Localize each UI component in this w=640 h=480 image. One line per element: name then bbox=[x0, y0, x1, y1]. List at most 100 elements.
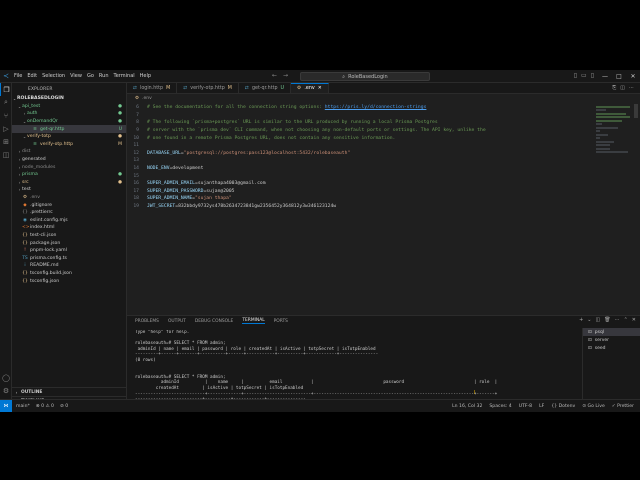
panel-tab-debug-console[interactable]: DEBUG CONSOLE bbox=[195, 319, 233, 324]
status-left-item[interactable]: ⊘ 0 bbox=[60, 404, 68, 409]
token-str: "postgresql://postgres:pass123@localhost… bbox=[183, 150, 351, 156]
tree-item[interactable]: › node_modules bbox=[12, 163, 126, 171]
settings-gear-icon[interactable]: ⚙ bbox=[0, 384, 12, 397]
chevron-down-icon[interactable]: ⌄ bbox=[587, 317, 591, 323]
menu-view[interactable]: View bbox=[70, 73, 82, 79]
toggle-sidebar-icon[interactable]: ▯ bbox=[574, 72, 577, 79]
toggle-panel-icon[interactable]: ▭ bbox=[581, 72, 587, 79]
window-controls: — □ ✕ bbox=[598, 70, 640, 83]
status-right-item[interactable]: {} Dotenv bbox=[551, 404, 575, 409]
tree-item[interactable]: <> index.html bbox=[12, 224, 126, 232]
split-terminal-icon[interactable]: ◫ bbox=[596, 317, 601, 323]
terminal-instance[interactable]: ⊡ server bbox=[583, 336, 640, 344]
menu-run[interactable]: Run bbox=[99, 73, 109, 79]
close-tab-icon[interactable]: ✕ bbox=[318, 86, 322, 91]
tree-item[interactable]: ≡ get-qr.http U bbox=[12, 125, 126, 133]
code-editor[interactable]: 6 # See the documentation for all the con… bbox=[127, 104, 597, 210]
tree-item[interactable]: i README.md bbox=[12, 262, 126, 270]
tree-item[interactable]: › prisma ● bbox=[12, 171, 126, 179]
tree-item-label: auth bbox=[27, 111, 38, 117]
editor-scrollbar[interactable] bbox=[634, 104, 638, 118]
terminal-output[interactable]: Type "help" for help. rolebaseauth=# SELE… bbox=[135, 330, 581, 400]
toggle-secondary-sidebar-icon[interactable]: ▯ bbox=[591, 72, 594, 79]
tree-item[interactable]: ⌄ verify-totp ● bbox=[12, 133, 126, 141]
more-actions-icon[interactable]: ⋯ bbox=[615, 317, 620, 323]
back-arrow-icon[interactable]: ← bbox=[272, 72, 277, 79]
tree-item[interactable]: › auth ● bbox=[12, 110, 126, 118]
database-icon[interactable]: ◫ bbox=[0, 148, 12, 161]
code-line: 15 bbox=[127, 172, 597, 180]
status-right-item[interactable]: Ln 16, Col 32 bbox=[452, 404, 482, 409]
extensions-icon[interactable]: ⊞ bbox=[0, 135, 12, 148]
token-link[interactable]: https://pris.ly/d/connection-strings bbox=[325, 105, 427, 110]
tree-item[interactable]: ⚙ .env bbox=[12, 194, 126, 202]
editor-tab[interactable]: ⇄ verify-otp.http M bbox=[177, 83, 239, 93]
breadcrumb-item[interactable]: .env bbox=[142, 96, 152, 101]
run-debug-icon[interactable]: ▷ bbox=[0, 122, 12, 135]
menu-terminal[interactable]: Terminal bbox=[114, 73, 135, 79]
close-icon[interactable]: ✕ bbox=[626, 70, 640, 83]
tree-item[interactable]: ! pnpm-lock.yaml bbox=[12, 247, 126, 255]
maximize-icon[interactable]: □ bbox=[612, 70, 626, 83]
tree-item[interactable]: › test bbox=[12, 186, 126, 194]
terminal-instance[interactable]: ⊡ seed bbox=[583, 344, 640, 352]
maximize-panel-icon[interactable]: ⌃ bbox=[624, 317, 628, 323]
tree-item[interactable]: {} .prettierrc bbox=[12, 209, 126, 217]
tree-item[interactable]: {} tsconfig.json bbox=[12, 277, 126, 285]
nav-arrows: ← → bbox=[272, 72, 288, 79]
minimap[interactable] bbox=[596, 104, 632, 164]
status-right-item[interactable]: LF bbox=[539, 404, 544, 409]
menu-file[interactable]: File bbox=[14, 73, 22, 79]
panel-tab-ports[interactable]: PORTS bbox=[274, 319, 288, 324]
remote-indicator-icon[interactable]: ⋈ bbox=[0, 400, 12, 412]
status-right-item[interactable]: UTF-8 bbox=[519, 404, 532, 409]
panel-tab-output[interactable]: OUTPUT bbox=[168, 319, 186, 324]
editor-tab[interactable]: ⇄ login.http M bbox=[127, 83, 178, 93]
account-icon[interactable]: ◯ bbox=[0, 371, 12, 384]
panel-tab-problems[interactable]: PROBLEMS bbox=[135, 319, 159, 324]
explorer-icon[interactable]: ❐ bbox=[0, 83, 12, 96]
terminal-instance[interactable]: ⊡ psql bbox=[583, 328, 640, 336]
tree-item[interactable]: {} test-cli.json bbox=[12, 232, 126, 240]
vscode-logo-icon: ≺ bbox=[3, 72, 9, 80]
kill-terminal-icon[interactable]: 🗑 bbox=[604, 317, 610, 323]
status-right-item[interactable]: Spaces: 4 bbox=[489, 404, 511, 409]
status-left-item[interactable]: main* bbox=[16, 404, 30, 409]
menu-go[interactable]: Go bbox=[87, 73, 94, 79]
open-preview-icon[interactable]: ⎘ bbox=[612, 85, 616, 91]
status-right-item[interactable]: ✓ Prettier bbox=[612, 404, 634, 409]
tree-item[interactable]: ◆ .gitignore bbox=[12, 201, 126, 209]
tree-item[interactable]: TS prisma.config.ts bbox=[12, 254, 126, 262]
tree-item[interactable]: ≡ verify-otp.http M bbox=[12, 141, 126, 149]
menu-help[interactable]: Help bbox=[140, 73, 151, 79]
menu-edit[interactable]: Edit bbox=[27, 73, 37, 79]
split-editor-icon[interactable]: ◫ bbox=[620, 85, 625, 91]
search-view-icon[interactable]: ⌕ bbox=[0, 96, 12, 109]
tree-item[interactable]: {} package.json bbox=[12, 239, 126, 247]
forward-arrow-icon[interactable]: → bbox=[283, 72, 288, 79]
tree-item[interactable]: › generated bbox=[12, 156, 126, 164]
panel-tab-terminal[interactable]: TERMINAL bbox=[242, 318, 265, 324]
close-panel-icon[interactable]: ✕ bbox=[632, 317, 636, 323]
status-right-item[interactable]: ⊙ Go Live bbox=[582, 404, 605, 409]
new-terminal-icon[interactable]: + bbox=[579, 317, 583, 323]
tree-item[interactable]: ⌄ api_test ● bbox=[12, 103, 126, 111]
tree-item[interactable]: {} tsconfig.build.json bbox=[12, 270, 126, 278]
code-line: 6 # See the documentation for all the con… bbox=[127, 104, 597, 112]
menu-selection[interactable]: Selection bbox=[42, 73, 65, 79]
tree-item[interactable]: ⌄ onDemandQr ● bbox=[12, 118, 126, 126]
editor-tab[interactable]: ⚙ .env ✕ bbox=[291, 83, 329, 93]
tree-item[interactable]: ◉ eslint.config.mjs bbox=[12, 217, 126, 225]
status-left-item[interactable]: ⊗ 0 ⚠ 0 bbox=[36, 404, 54, 409]
tree-item[interactable]: › src ● bbox=[12, 179, 126, 187]
more-actions-icon[interactable]: ⋯ bbox=[629, 85, 634, 91]
editor-tab[interactable]: ⇄ get-qr.http U bbox=[239, 83, 292, 93]
tree-item-label: onDemandQr bbox=[27, 119, 58, 125]
tree-item[interactable]: › dist bbox=[12, 148, 126, 156]
minimize-icon[interactable]: — bbox=[598, 70, 612, 83]
command-center[interactable]: ⌕ RoleBasedLogin bbox=[300, 72, 430, 81]
source-control-icon[interactable]: ⑂ bbox=[0, 109, 12, 122]
outline-section[interactable]: › OUTLINE bbox=[12, 387, 127, 396]
project-root[interactable]: ⌄ ROLEBASEDLOGIN bbox=[12, 95, 126, 103]
mouse-cursor-icon: I bbox=[474, 390, 476, 396]
